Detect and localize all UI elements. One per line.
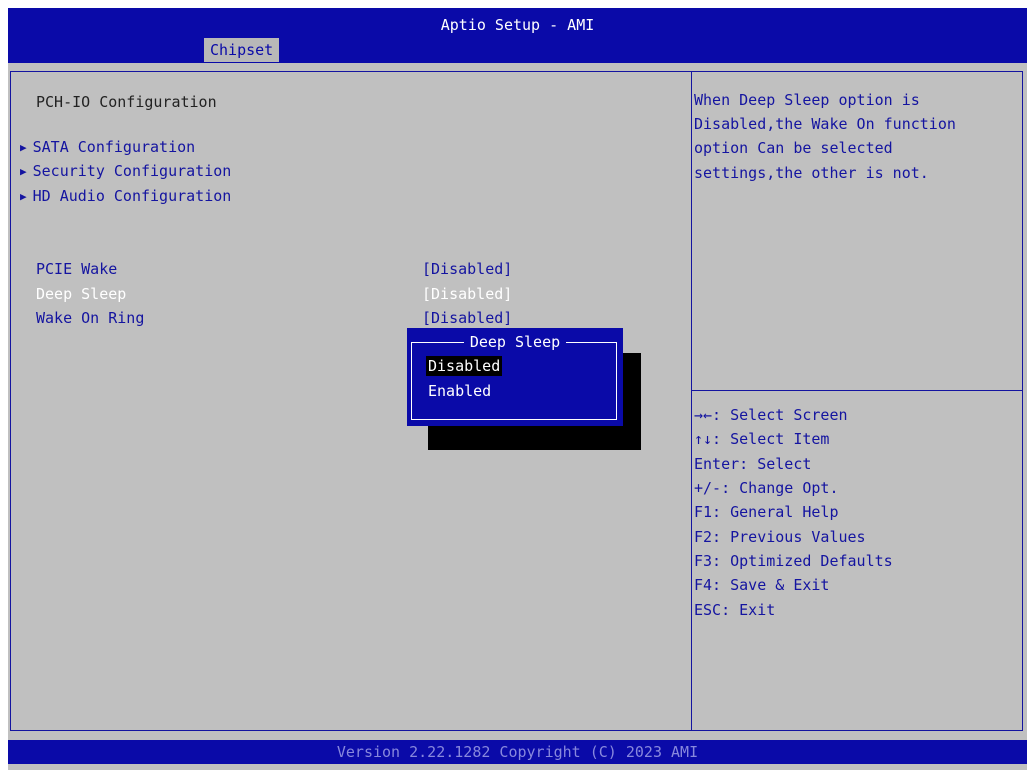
submenu-label: Security Configuration xyxy=(32,162,232,180)
version-text: Version 2.22.1282 Copyright (C) 2023 AMI xyxy=(336,743,699,761)
popup-title: Deep Sleep xyxy=(463,333,567,351)
bios-screen: Aptio Setup - AMI Chipset PCH-IO Configu… xyxy=(8,8,1027,770)
key-enter-select: Enter: Select xyxy=(694,455,812,473)
key-change-opt: +/-: Change Opt. xyxy=(694,479,839,497)
key-save-exit: F4: Save & Exit xyxy=(694,576,830,594)
tab-chipset[interactable]: Chipset xyxy=(204,38,280,62)
key-optimized-defaults: F3: Optimized Defaults xyxy=(694,552,893,570)
help-text-line: option Can be selected xyxy=(694,139,893,157)
setting-label-wake-on-ring[interactable]: Wake On Ring xyxy=(36,308,144,328)
deep-sleep-popup: Deep Sleep Disabled Enabled xyxy=(407,328,623,426)
app-title: Aptio Setup - AMI xyxy=(440,16,595,34)
submenu-hd-audio[interactable]: ▶ HD Audio Configuration xyxy=(20,186,231,207)
popup-option-enabled[interactable]: Enabled xyxy=(426,381,493,401)
submenu-security[interactable]: ▶ Security Configuration xyxy=(20,161,231,182)
setting-value-deep-sleep[interactable]: [Disabled] xyxy=(422,284,512,304)
submenu-label: SATA Configuration xyxy=(32,138,196,156)
help-text-line: Disabled,the Wake On function xyxy=(694,115,956,133)
key-select-item: ↑↓: Select Item xyxy=(694,430,830,448)
help-divider xyxy=(692,390,1022,391)
setting-value-pcie-wake[interactable]: [Disabled] xyxy=(422,259,512,279)
help-text-line: settings,the other is not. xyxy=(694,164,929,182)
footer-bar: Version 2.22.1282 Copyright (C) 2023 AMI xyxy=(8,740,1027,764)
submenu-arrow-icon: ▶ xyxy=(20,165,27,178)
submenu-sata[interactable]: ▶ SATA Configuration xyxy=(20,137,195,158)
submenu-label: HD Audio Configuration xyxy=(32,187,232,205)
submenu-arrow-icon: ▶ xyxy=(20,190,27,203)
setting-value-wake-on-ring[interactable]: [Disabled] xyxy=(422,308,512,328)
header-bar: Aptio Setup - AMI Chipset xyxy=(8,8,1027,63)
popup-option-disabled[interactable]: Disabled xyxy=(426,356,503,376)
key-previous-values: F2: Previous Values xyxy=(694,528,866,546)
help-text-line: When Deep Sleep option is xyxy=(694,91,920,109)
page-title: PCH-IO Configuration xyxy=(36,93,217,111)
panel-divider xyxy=(691,72,692,730)
key-general-help: F1: General Help xyxy=(694,503,839,521)
key-esc-exit: ESC: Exit xyxy=(694,601,776,619)
submenu-arrow-icon: ▶ xyxy=(20,141,27,154)
setting-label-pcie-wake[interactable]: PCIE Wake xyxy=(36,259,117,279)
setting-label-deep-sleep[interactable]: Deep Sleep xyxy=(36,284,126,304)
key-select-screen: →←: Select Screen xyxy=(694,406,848,424)
